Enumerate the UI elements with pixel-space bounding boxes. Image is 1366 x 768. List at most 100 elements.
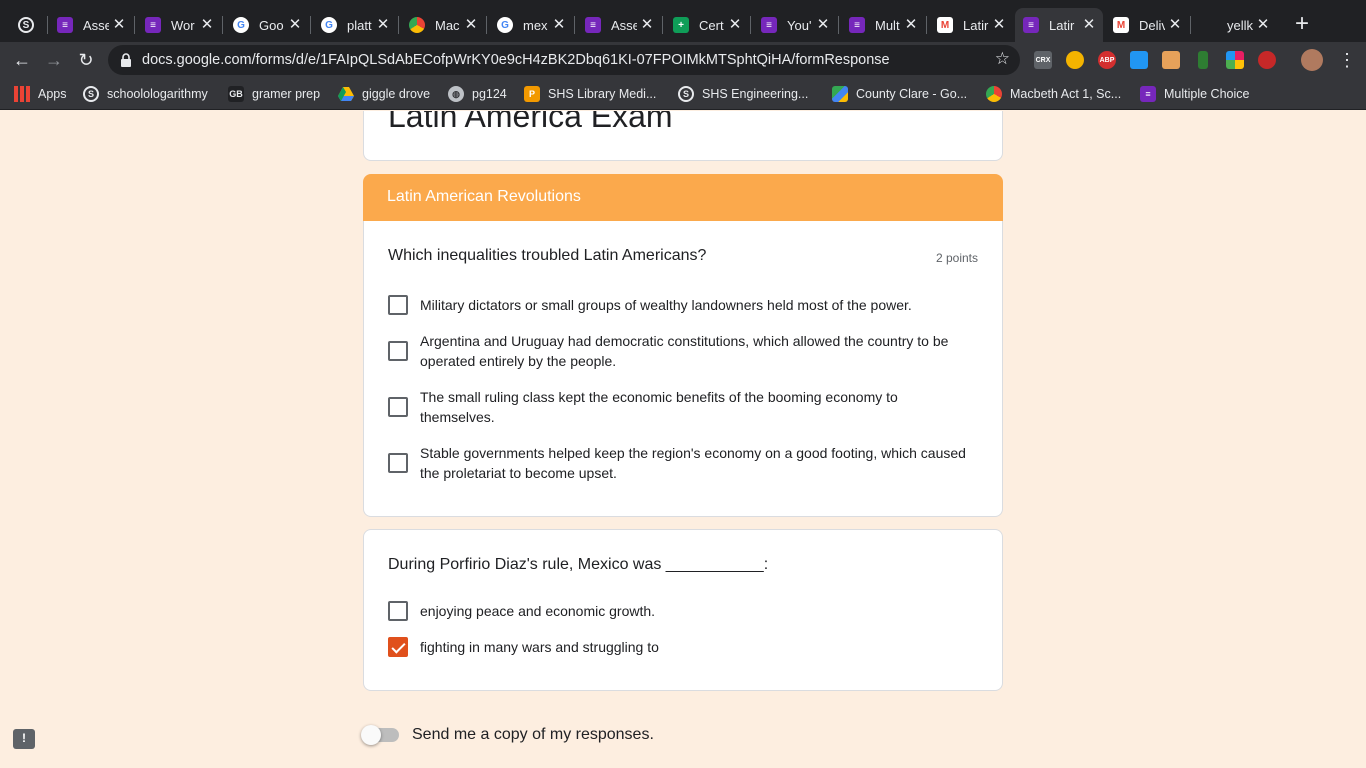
red-extension-icon[interactable] (1258, 51, 1276, 69)
form-title: Latin America Exam (388, 111, 673, 134)
close-icon[interactable]: ✕ (903, 17, 919, 33)
close-icon[interactable]: ✕ (1081, 17, 1097, 33)
color-extension-icon[interactable] (1226, 51, 1244, 69)
forms-icon: ≡ (761, 17, 777, 33)
tab[interactable]: yellk ✕ (1193, 8, 1277, 42)
send-copy-row[interactable]: Send me a copy of my responses. (361, 723, 654, 747)
send-copy-toggle[interactable] (361, 725, 399, 745)
tab[interactable]: ≡ You' ✕ (753, 8, 837, 42)
bookmark-shs-engineering[interactable]: S SHS Engineering... (678, 85, 808, 103)
bookmark-label: Multiple Choice (1164, 87, 1250, 101)
bookmark-schoolologarithmy[interactable]: S schoolologarithmy (83, 85, 208, 103)
checkbox-option[interactable]: fighting in many wars and struggling to (388, 637, 968, 657)
close-icon[interactable]: ✕ (639, 17, 655, 33)
checkbox[interactable] (388, 341, 408, 361)
close-icon[interactable]: ✕ (111, 17, 127, 33)
bookmark-county-clare[interactable]: County Clare - Go... (832, 85, 967, 103)
owl-extension-icon[interactable] (1066, 51, 1084, 69)
close-icon[interactable]: ✕ (375, 17, 391, 33)
tab-label: Mac (435, 17, 460, 33)
tab-separator (47, 16, 48, 34)
tab[interactable]: M Latir ✕ (929, 8, 1013, 42)
bookmark-label: gramer prep (252, 87, 321, 101)
bookmark-giggle-drove[interactable]: giggle drove (338, 85, 430, 103)
schoology-icon: S (678, 86, 694, 102)
bookmark-apps[interactable]: Apps (14, 85, 67, 103)
checkbox-option[interactable]: Argentina and Uruguay had democratic con… (388, 331, 968, 371)
tab[interactable]: Mac ✕ (401, 8, 485, 42)
leaf-extension-icon[interactable] (1198, 51, 1208, 69)
checkbox-option[interactable]: Stable governments helped keep the regio… (388, 443, 968, 483)
address-bar[interactable]: docs.google.com/forms/d/e/1FAIpQLSdAbECo… (108, 45, 1020, 75)
chart-extension-icon[interactable] (1130, 51, 1148, 69)
checkbox[interactable] (388, 295, 408, 315)
tab[interactable]: G platt ✕ (313, 8, 397, 42)
maps-icon (832, 86, 848, 102)
close-icon[interactable]: ✕ (1255, 17, 1271, 33)
apps-grid-icon (14, 86, 30, 102)
bookmark-star-icon[interactable]: ☆ (995, 49, 1010, 69)
gmail-icon: M (937, 17, 953, 33)
checkbox-checked[interactable] (388, 637, 408, 657)
tab-separator (222, 16, 223, 34)
forms-icon: ≡ (849, 17, 865, 33)
adblock-extension-icon[interactable]: ABP (1098, 51, 1116, 69)
question-card: During Porfirio Diaz's rule, Mexico was … (363, 529, 1003, 691)
tab-pinned-shs[interactable]: S (10, 8, 46, 42)
close-icon[interactable]: ✕ (727, 17, 743, 33)
tab-label: Asse (83, 17, 109, 33)
reload-icon[interactable]: ↻ (74, 48, 98, 72)
feedback-icon[interactable]: ! (13, 729, 35, 749)
close-icon[interactable]: ✕ (991, 17, 1007, 33)
tab[interactable]: G Goo ✕ (225, 8, 309, 42)
box-extension-icon[interactable] (1162, 51, 1180, 69)
tab-separator (574, 16, 575, 34)
profile-avatar[interactable] (1301, 49, 1323, 71)
forward-arrow-icon[interactable]: → (42, 48, 66, 72)
bookmark-gramer-prep[interactable]: GB gramer prep (228, 85, 320, 103)
close-icon[interactable]: ✕ (1167, 17, 1183, 33)
checkbox[interactable] (388, 453, 408, 473)
tab-label: Cert (699, 17, 724, 33)
tab-strip: S ≡ Asse ✕ ≡ Wor ✕ G Goo ✕ G platt ✕ Mac… (0, 0, 1366, 42)
close-icon[interactable]: ✕ (287, 17, 303, 33)
checkbox-option[interactable]: The small ruling class kept the economic… (388, 387, 968, 427)
bookmark-multiple-choice[interactable]: ≡ Multiple Choice (1140, 85, 1249, 103)
close-icon[interactable]: ✕ (199, 17, 215, 33)
bookmark-shs-library[interactable]: P SHS Library Medi... (524, 85, 656, 103)
close-icon[interactable]: ✕ (463, 17, 479, 33)
drive-icon (338, 87, 354, 101)
tab[interactable]: M Deliv ✕ (1105, 8, 1189, 42)
checkbox[interactable] (388, 397, 408, 417)
tab[interactable]: ≡ Mult ✕ (841, 8, 925, 42)
tab-active[interactable]: ≡ Latir ✕ (1015, 8, 1103, 42)
tab-label: Latir (963, 17, 989, 33)
tab-label: yellk (1227, 17, 1253, 33)
back-arrow-icon[interactable]: ← (10, 48, 34, 72)
library-icon: P (524, 86, 540, 102)
menu-kebab-icon[interactable]: ⋮ (1338, 49, 1356, 71)
bookmark-pg124[interactable]: ◍ pg124 (448, 85, 507, 103)
google-icon: G (233, 17, 249, 33)
checkbox-option[interactable]: enjoying peace and economic growth. (388, 601, 968, 621)
tab[interactable]: G mex ✕ (489, 8, 573, 42)
sheets-icon: + (673, 17, 689, 33)
macbeth-icon (986, 86, 1002, 102)
new-tab-button[interactable]: + (1290, 12, 1314, 36)
tab[interactable]: ≡ Wor ✕ (137, 8, 221, 42)
tab[interactable]: + Cert ✕ (665, 8, 749, 42)
option-label: The small ruling class kept the economic… (420, 389, 898, 425)
tab[interactable]: ≡ Asse ✕ (577, 8, 661, 42)
tab[interactable]: ≡ Asse ✕ (49, 8, 133, 42)
form-page: Latin America Exam Latin American Revolu… (0, 111, 1366, 768)
checkbox[interactable] (388, 601, 408, 621)
tab-separator (662, 16, 663, 34)
tab-separator (750, 16, 751, 34)
checkbox-option[interactable]: Military dictators or small groups of we… (388, 295, 968, 315)
bookmark-macbeth[interactable]: Macbeth Act 1, Sc... (986, 85, 1121, 103)
close-icon[interactable]: ✕ (815, 17, 831, 33)
crx-extension-icon[interactable]: CRX (1034, 51, 1052, 69)
close-icon[interactable]: ✕ (551, 17, 567, 33)
bookmark-label: County Clare - Go... (856, 87, 968, 101)
forms-icon: ≡ (1140, 86, 1156, 102)
